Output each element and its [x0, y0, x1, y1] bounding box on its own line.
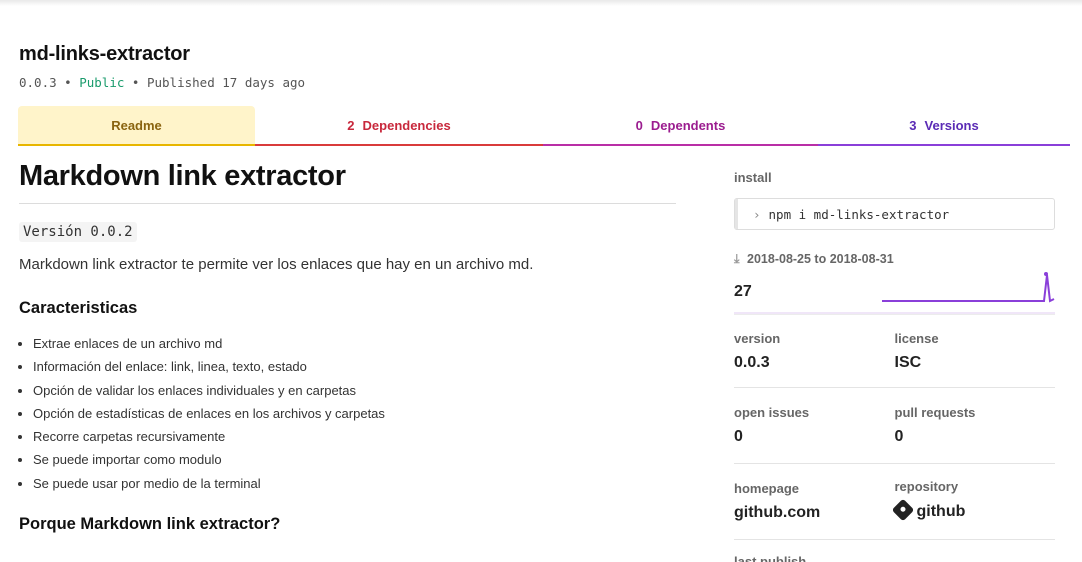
repository-name[interactable]: github	[917, 503, 966, 520]
package-sidebar: install › npm i md-links-extractor ⤓ 201…	[734, 170, 1055, 562]
version-license-row: version 0.0.3 license ISC	[734, 315, 1055, 388]
tab-label: Readme	[111, 117, 162, 133]
homepage-link[interactable]: github.com	[734, 504, 895, 522]
list-item: Recorre carpetas recursivamente	[33, 425, 676, 448]
tab-readme[interactable]: Readme	[18, 106, 255, 146]
visibility-badge: Public	[79, 75, 125, 90]
downloads-sparkline	[882, 272, 1055, 303]
tab-label: Versions	[924, 117, 979, 133]
meta-separator: •	[64, 75, 72, 90]
top-shadow	[0, 0, 1082, 6]
repository-label: repository	[894, 479, 959, 494]
license-label: license	[894, 331, 939, 346]
pull-requests-label: pull requests	[894, 405, 976, 420]
open-issues-label: open issues	[734, 405, 810, 420]
last-publish-label: last publish	[734, 554, 807, 562]
why-heading: Porque Markdown link extractor?	[19, 515, 281, 534]
tab-dependents[interactable]: 0 Dependents	[543, 106, 818, 146]
prompt-icon: ›	[753, 206, 761, 222]
repository-link[interactable]: github	[891, 498, 1056, 522]
tab-dependencies[interactable]: 2 Dependencies	[255, 106, 543, 146]
list-item: Extrae enlaces de un archivo md	[33, 332, 676, 355]
weekly-downloads-count: 27	[734, 283, 752, 300]
tab-count: 3	[909, 117, 917, 133]
download-arrow-icon: ⤓	[734, 252, 740, 266]
tab-count: 2	[347, 117, 355, 133]
git-icon	[891, 498, 914, 522]
meta-separator: •	[131, 75, 140, 90]
version-label: version	[734, 331, 781, 346]
readme-content: Markdown link extractor Versión 0.0.2 Ma…	[19, 160, 676, 534]
open-issues-value[interactable]: 0	[734, 428, 895, 446]
package-tabs: Readme 2 Dependencies 0 Dependents 3 Ver…	[18, 106, 1070, 146]
version-value: 0.0.3	[734, 354, 770, 371]
package-title: md-links-extractor	[19, 43, 190, 65]
list-item: Opción de validar los enlaces individual…	[33, 379, 676, 402]
version-code: Versión 0.0.2	[19, 222, 137, 242]
tab-label: Dependents	[650, 117, 726, 133]
package-version: 0.0.3	[19, 75, 57, 90]
package-meta: 0.0.3 • Public • Published 17 days ago	[19, 75, 305, 90]
list-item: Se puede usar por medio de la terminal	[33, 472, 676, 495]
license-value: ISC	[894, 354, 922, 371]
downloads-underline	[734, 312, 1055, 314]
features-list: Extrae enlaces de un archivo md Informac…	[19, 332, 676, 495]
published-time: Published 17 days ago	[146, 75, 306, 90]
issues-prs-row: open issues 0 pull requests 0	[734, 388, 1055, 464]
pull-requests-value[interactable]: 0	[895, 428, 1056, 446]
install-command[interactable]: npm i md-links-extractor	[769, 207, 950, 222]
tab-label: Dependencies	[362, 117, 451, 133]
downloads-block: 27	[734, 272, 1055, 315]
features-heading: Caracteristicas	[19, 299, 138, 317]
tab-count: 0	[635, 117, 643, 133]
homepage-label: homepage	[734, 481, 800, 496]
downloads-header: ⤓ 2018-08-25 to 2018-08-31	[734, 252, 1055, 267]
readme-lead: Markdown link extractor te permite ver l…	[19, 256, 534, 273]
tab-versions[interactable]: 3 Versions	[818, 106, 1070, 146]
homepage-repo-row: homepage github.com repository github	[734, 464, 1055, 540]
install-label: install	[734, 170, 772, 185]
downloads-range: 2018-08-25 to 2018-08-31	[747, 252, 894, 266]
list-item: Opción de estadísticas de enlaces en los…	[33, 402, 676, 425]
install-command-box[interactable]: › npm i md-links-extractor	[734, 198, 1055, 230]
list-item: Información del enlace: link, linea, tex…	[33, 355, 676, 378]
list-item: Se puede importar como modulo	[33, 448, 676, 471]
readme-title: Markdown link extractor	[19, 160, 676, 204]
